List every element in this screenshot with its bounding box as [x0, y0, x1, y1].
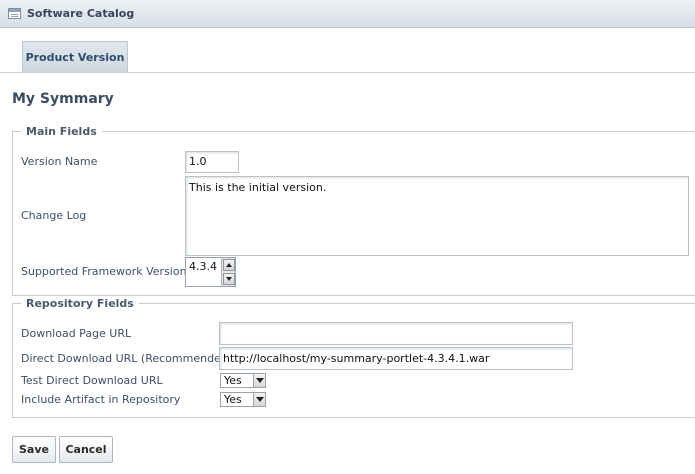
catalog-window-icon	[8, 8, 21, 19]
change-log-textarea[interactable]: This is the initial version.	[185, 176, 689, 256]
test-direct-download-url-value: Yes	[224, 374, 242, 387]
chevron-down-icon[interactable]	[253, 374, 265, 387]
framework-version-option[interactable]: 4.3.4	[189, 260, 217, 273]
repository-fields-legend: Repository Fields	[26, 297, 134, 310]
listbox-scrollbar[interactable]	[221, 258, 235, 286]
framework-versions-label: Supported Framework Versions	[21, 265, 193, 278]
window-title: Software Catalog	[27, 7, 135, 20]
scroll-up-arrow-icon[interactable]	[223, 259, 235, 271]
test-direct-download-url-label: Test Direct Download URL	[21, 374, 163, 387]
include-artifact-label: Include Artifact in Repository	[21, 393, 181, 406]
direct-download-url-label: Direct Download URL (Recommended)	[21, 352, 233, 365]
tab-strip-divider	[0, 72, 695, 73]
download-page-url-input[interactable]	[219, 322, 573, 345]
change-log-label: Change Log	[21, 209, 87, 222]
main-fields-legend: Main Fields	[26, 125, 97, 138]
direct-download-url-input[interactable]: http://localhost/my-summary-portlet-4.3.…	[219, 347, 573, 370]
version-name-input[interactable]: 1.0	[185, 151, 239, 173]
chevron-down-icon[interactable]	[253, 393, 265, 406]
include-artifact-select[interactable]: Yes	[220, 392, 266, 407]
save-button[interactable]: Save	[12, 436, 56, 463]
page-title: My Symmary	[12, 91, 114, 107]
include-artifact-value: Yes	[224, 393, 242, 406]
window-titlebar: Software Catalog	[0, 0, 695, 28]
scroll-down-arrow-icon[interactable]	[223, 273, 235, 285]
framework-versions-listbox[interactable]: 4.3.4	[185, 257, 236, 287]
download-page-url-label: Download Page URL	[21, 327, 132, 340]
tab-product-version[interactable]: Product Version	[22, 41, 128, 73]
cancel-button[interactable]: Cancel	[59, 436, 113, 463]
test-direct-download-url-select[interactable]: Yes	[220, 373, 266, 388]
version-name-label: Version Name	[21, 155, 98, 168]
